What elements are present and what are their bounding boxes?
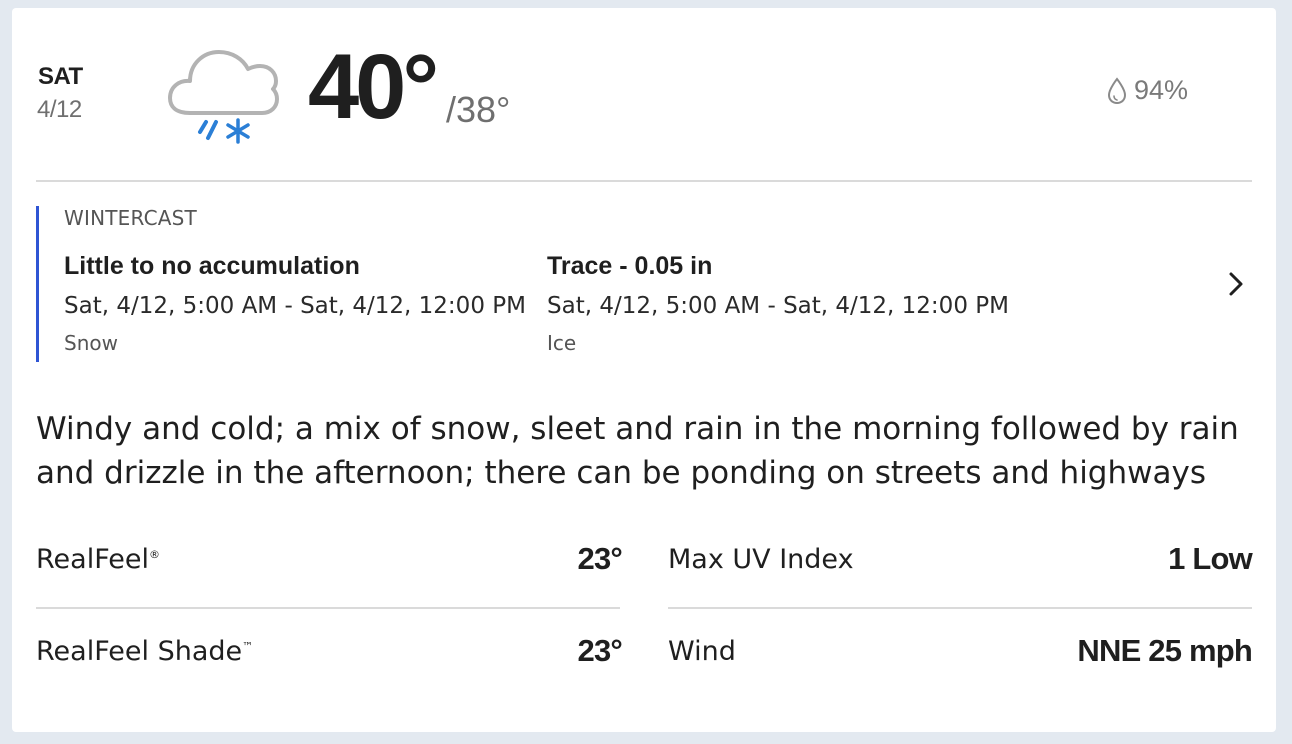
realfeel-shade-label-text: RealFeel Shade [36,636,243,667]
precipitation-probability: 94% [1106,75,1188,106]
chevron-right-icon[interactable] [1226,270,1246,298]
temperature-low: /38° [446,89,511,130]
day-name: SAT [38,63,83,90]
wintercast-ice-title: Trace - 0.05 in [547,252,713,280]
wintercast-snow-type: Snow [64,331,118,355]
registered-mark: ® [148,548,160,561]
forecast-description: Windy and cold; a mix of snow, sleet and… [36,411,1239,491]
wintercast-ice-range: Sat, 4/12, 5:00 AM - Sat, 4/12, 12:00 PM [547,293,1009,319]
detail-divider [36,607,620,609]
trademark-mark: ™ [242,640,254,653]
realfeel-label: RealFeel® [36,544,160,575]
uv-index-value: 1 Low [1168,541,1253,576]
realfeel-shade-label: RealFeel Shade™ [36,636,253,667]
wind-label: Wind [668,636,736,667]
wintercast-ice-type: Ice [547,331,577,355]
precipitation-value: 94% [1134,75,1189,105]
day-date: 4/12 [37,96,82,123]
wintercast-snow-range: Sat, 4/12, 5:00 AM - Sat, 4/12, 12:00 PM [64,293,526,319]
wintercast-accent-bar [36,206,39,362]
wintercast-snow[interactable]: Little to no accumulation Sat, 4/12, 5:0… [64,252,526,355]
rain-snow-mix-icon [168,50,279,144]
raindrop-icon [1107,76,1127,104]
daily-forecast-card: SAT 4/12 40° /38° 94% WINTERCAST Little … [12,8,1276,732]
uv-index-label: Max UV Index [668,544,854,575]
temperature-high: 40° [308,36,439,138]
wind-value: NNE 25 mph [1077,633,1252,668]
wintercast-label: WINTERCAST [64,206,197,230]
header-divider [36,180,1252,182]
wintercast-snow-title: Little to no accumulation [64,252,360,280]
detail-divider [668,607,1252,609]
realfeel-shade-value: 23° [577,633,623,668]
realfeel-value: 23° [577,541,623,576]
realfeel-label-text: RealFeel [36,544,149,575]
wintercast-ice[interactable]: Trace - 0.05 in Sat, 4/12, 5:00 AM - Sat… [547,252,1009,355]
